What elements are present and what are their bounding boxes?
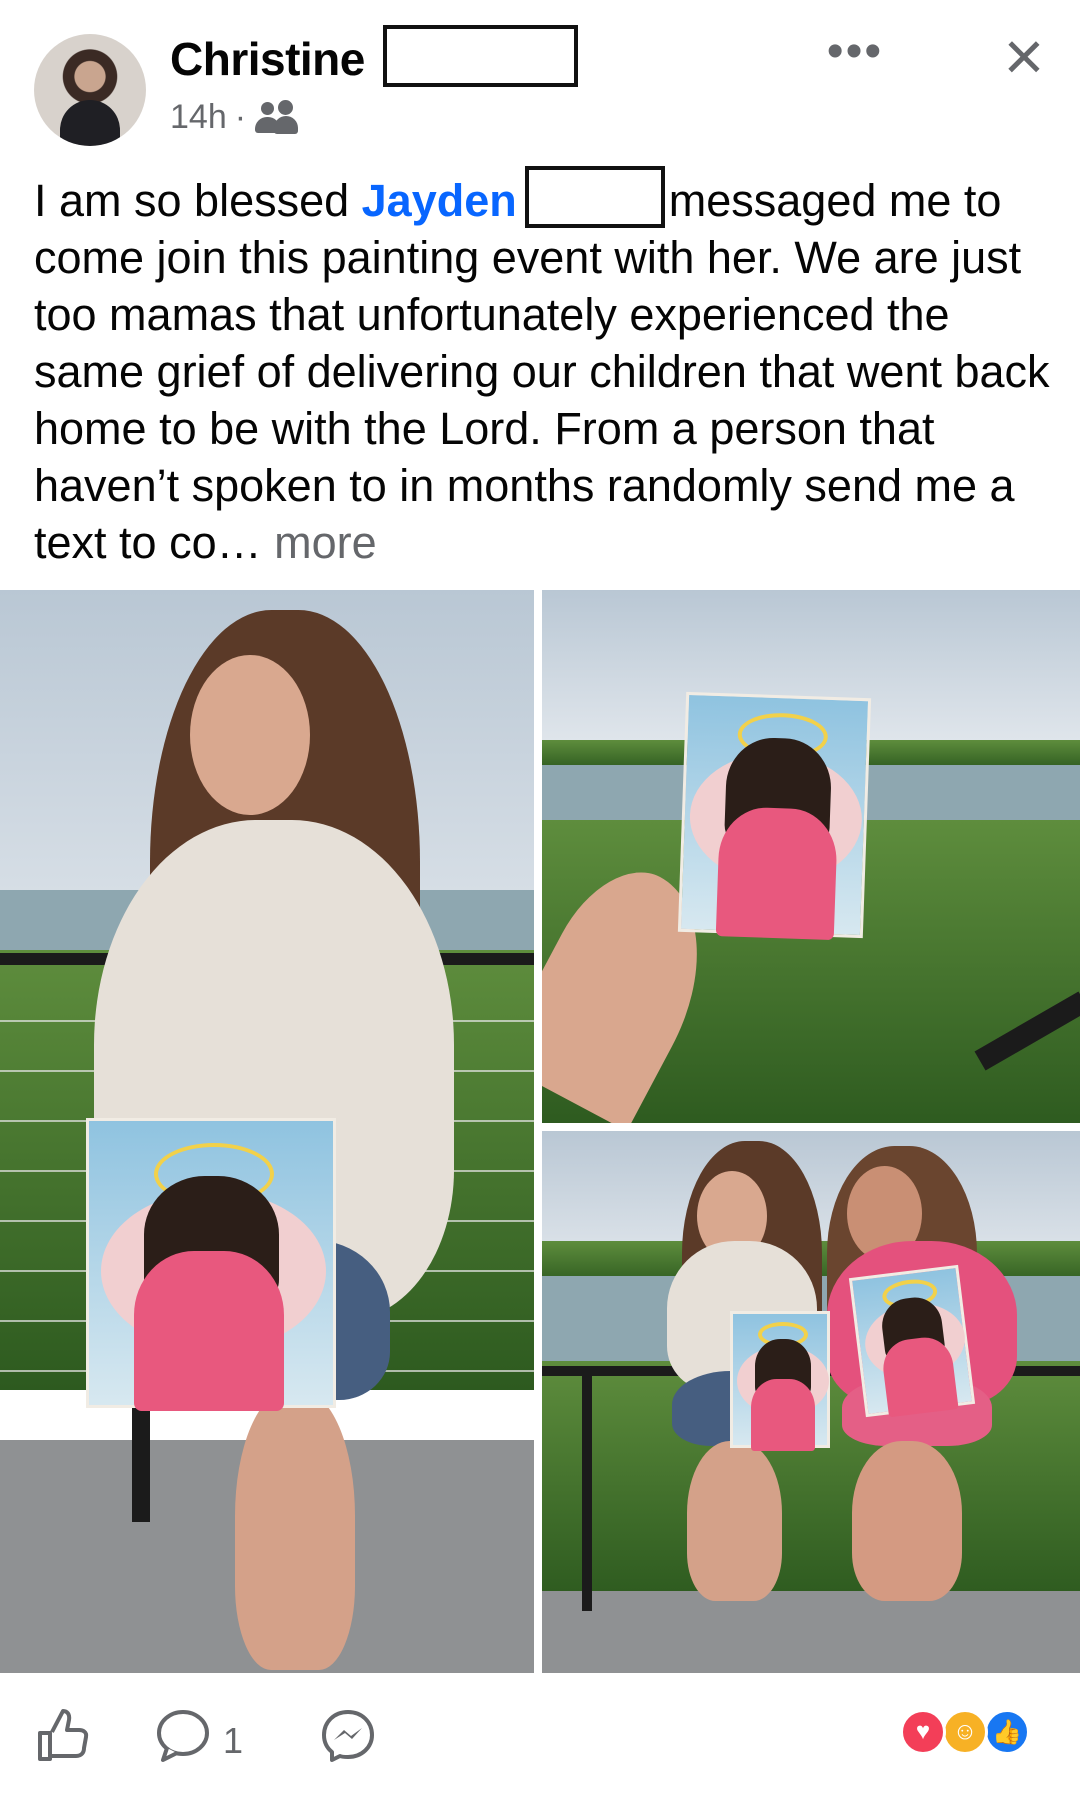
- thumbs-up-icon: [34, 1708, 90, 1773]
- send-button[interactable]: [320, 1708, 376, 1773]
- redacted-mention-box: [524, 166, 665, 228]
- photo-grid: [0, 590, 1080, 1675]
- post-text-start: I am so blessed: [34, 175, 362, 226]
- care-reaction-icon: ☺: [942, 1709, 988, 1755]
- post-text-body: messaged me to come join this painting e…: [34, 175, 1050, 568]
- post-meta: 14h ·: [170, 98, 299, 137]
- author-avatar[interactable]: [34, 34, 146, 146]
- photo-two-women-with-paintings[interactable]: [542, 1131, 1080, 1673]
- love-reaction-icon: ♥: [900, 1709, 946, 1755]
- comment-count: 1: [223, 1719, 244, 1761]
- post-header: Christine 14h · ••• ×: [0, 0, 1080, 160]
- more-options-icon[interactable]: •••: [825, 28, 885, 80]
- post-text: I am so blessed Jayden messaged me to com…: [34, 166, 1054, 571]
- reactions-summary[interactable]: ♥ ☺ 👍: [900, 1709, 1040, 1759]
- comment-button[interactable]: 1: [155, 1708, 243, 1773]
- friends-icon[interactable]: [254, 99, 299, 136]
- close-icon[interactable]: ×: [992, 21, 1056, 91]
- photo-woman-with-painting[interactable]: [0, 590, 534, 1673]
- like-button[interactable]: [34, 1708, 90, 1773]
- photo-painting-over-river[interactable]: [542, 590, 1080, 1123]
- post-time[interactable]: 14h: [170, 98, 227, 137]
- mentioned-user[interactable]: Jayden: [362, 175, 517, 226]
- meta-separator: ·: [234, 98, 247, 136]
- like-reaction-icon: 👍: [984, 1709, 1030, 1755]
- comment-icon: [155, 1708, 211, 1773]
- messenger-icon: [320, 1708, 376, 1773]
- author-name[interactable]: Christine: [170, 32, 365, 86]
- post-actions-bar: 1 ♥ ☺ 👍: [0, 1690, 1080, 1800]
- redacted-name-box: [383, 25, 578, 87]
- see-more-link[interactable]: more: [262, 517, 377, 568]
